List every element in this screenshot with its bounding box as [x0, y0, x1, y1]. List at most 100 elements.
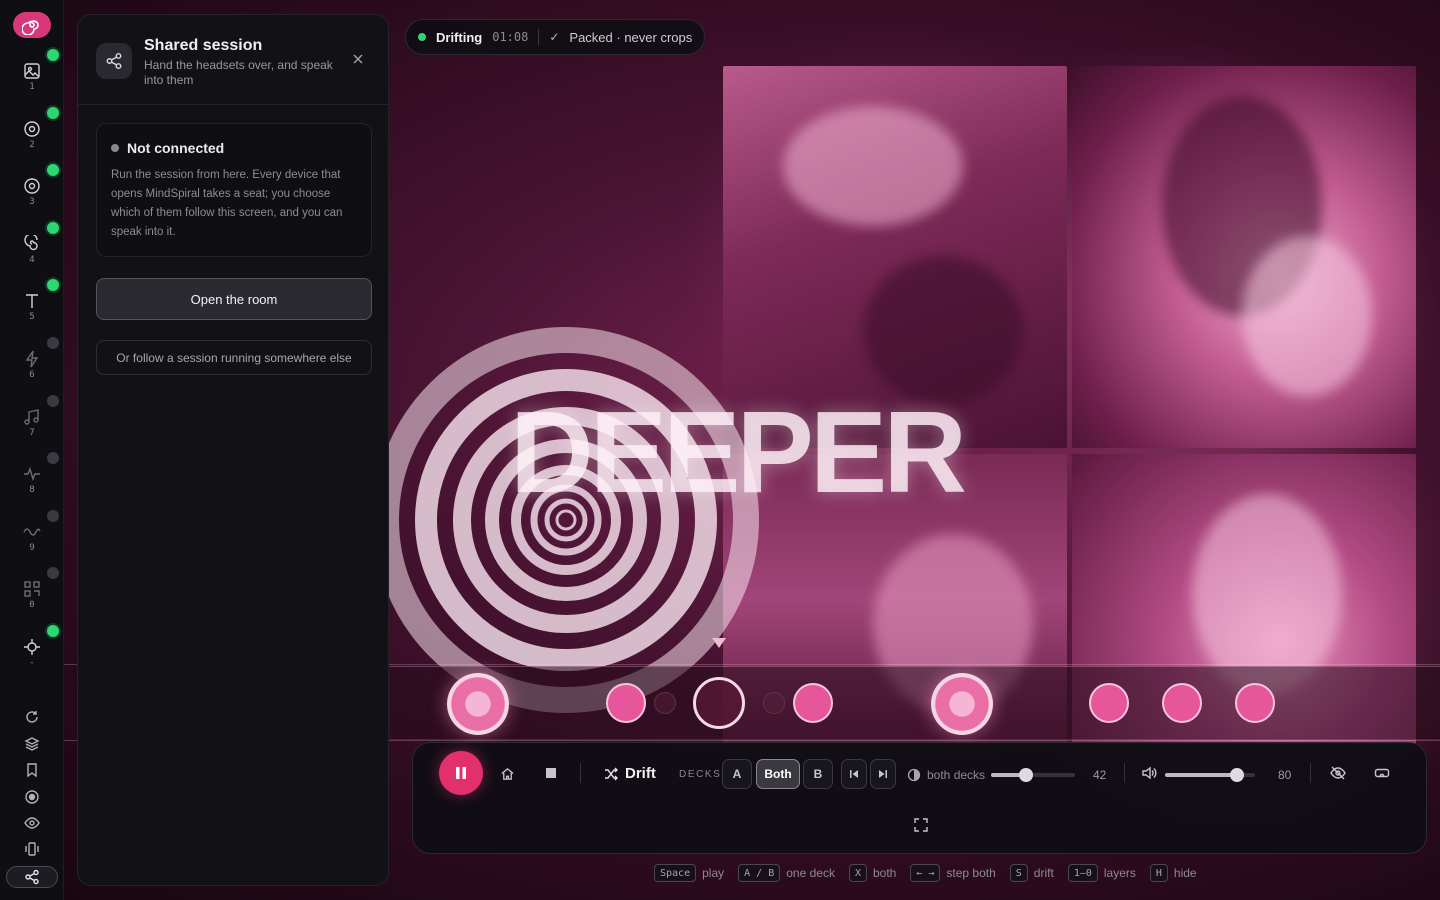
layer-toggle-dot[interactable] — [47, 567, 59, 579]
rail-item-number: 3 — [29, 197, 35, 207]
timeline-node[interactable] — [654, 692, 676, 714]
rail-item-number: 8 — [29, 485, 35, 495]
intensity-slider[interactable] — [991, 768, 1075, 782]
volume-button[interactable] — [1137, 761, 1161, 785]
panel-title: Shared session — [144, 37, 263, 54]
pause-button[interactable] — [439, 751, 483, 795]
layer-toggle-dot[interactable] — [47, 452, 59, 464]
close-button[interactable] — [350, 51, 366, 67]
layer-toggle-dot[interactable] — [47, 395, 59, 407]
panel-header: Shared session Hand the headsets over, a… — [78, 15, 388, 105]
vr-headset-button[interactable] — [1370, 761, 1394, 785]
rail-item-number: 5 — [29, 312, 35, 322]
rail-item-0[interactable]: 0 — [16, 574, 48, 620]
separator — [538, 29, 540, 45]
rail-item--[interactable]: - — [16, 632, 48, 678]
layer-toggle-dot[interactable] — [47, 164, 59, 176]
rail-item-9[interactable]: 9 — [16, 517, 48, 563]
step-back-button[interactable] — [841, 759, 867, 789]
layer-toggle-dot[interactable] — [47, 49, 59, 61]
home-button[interactable] — [495, 761, 519, 785]
timeline-current-node[interactable] — [693, 677, 745, 729]
open-room-button[interactable]: Open the room — [96, 278, 372, 320]
timeline-node[interactable] — [763, 692, 785, 714]
check-icon: ✓ — [549, 30, 560, 44]
rail-item-number: 2 — [29, 140, 35, 150]
deck-both-button[interactable]: Both — [756, 759, 800, 789]
vibrate-icon[interactable] — [20, 838, 44, 860]
rail-item-8[interactable]: 8 — [16, 459, 48, 505]
music-icon — [24, 409, 39, 425]
rail-item-4[interactable]: 4 — [16, 229, 48, 275]
skip-forward-icon — [879, 770, 887, 778]
share-toggle-button[interactable] — [6, 866, 58, 888]
rail-item-number: 7 — [29, 428, 35, 438]
pause-icon — [456, 767, 466, 779]
rail-item-1[interactable]: 1 — [16, 56, 48, 102]
layout-mode[interactable]: Packed · never crops — [569, 30, 692, 45]
volume-value: 80 — [1278, 768, 1292, 782]
follow-session-button[interactable]: Or follow a session running somewhere el… — [96, 340, 372, 375]
rail-item-6[interactable]: 6 — [16, 344, 48, 390]
volume-slider[interactable] — [1165, 768, 1255, 782]
spiral-logo-icon — [22, 20, 39, 35]
panel-subtitle: Hand the headsets over, and speak into t… — [144, 58, 333, 87]
drift-mode-button[interactable]: Drift — [603, 765, 656, 782]
timeline-node[interactable] — [1162, 683, 1202, 723]
wave-icon — [23, 528, 41, 536]
rail-item-7[interactable]: 7 — [16, 402, 48, 448]
timeline-node[interactable] — [793, 683, 833, 723]
tile-highlight — [1242, 236, 1372, 396]
separator — [580, 763, 581, 783]
layer-toggle-dot[interactable] — [47, 279, 59, 291]
timeline-node[interactable] — [1089, 683, 1129, 723]
hide-overlay-button[interactable] — [1326, 761, 1350, 785]
layer-toggle-dot[interactable] — [47, 107, 59, 119]
rail-item-number: 6 — [29, 370, 35, 380]
layer-toggle-dot[interactable] — [47, 625, 59, 637]
crosshair-icon — [24, 639, 40, 655]
layers-icon[interactable] — [20, 733, 44, 755]
bolt-icon — [25, 350, 39, 368]
refresh-icon[interactable] — [20, 706, 44, 728]
app-logo[interactable] — [13, 12, 51, 38]
timeline-node[interactable] — [447, 673, 509, 735]
step-forward-button[interactable] — [870, 759, 896, 789]
scope-label: both decks — [927, 768, 986, 782]
shortcut-key: H — [1149, 864, 1168, 882]
rail-item-3[interactable]: 3 — [16, 171, 48, 217]
record-icon[interactable] — [20, 786, 44, 808]
bookmark-icon[interactable] — [20, 759, 44, 781]
layer-toggle-dot[interactable] — [47, 222, 59, 234]
session-time: 01:08 — [492, 30, 529, 44]
intensity-scope: both decks — [907, 768, 985, 782]
share-icon — [25, 869, 39, 885]
slider-fill — [1165, 773, 1237, 777]
timeline-node[interactable] — [606, 683, 646, 723]
shortcut-key: A / B — [738, 864, 781, 882]
deck-a-button[interactable]: A — [722, 759, 752, 789]
rail-item-number: 4 — [29, 255, 35, 265]
session-state: Drifting — [436, 29, 483, 45]
eye-off-icon — [1330, 766, 1346, 780]
shared-session-panel: Shared session Hand the headsets over, a… — [77, 14, 389, 886]
fullscreen-button[interactable] — [911, 815, 931, 835]
deck-b-button[interactable]: B — [803, 759, 833, 789]
media-tile-2 — [1072, 66, 1416, 448]
fullscreen-icon — [914, 818, 928, 832]
stop-button[interactable] — [539, 761, 563, 785]
layer-toggle-dot[interactable] — [47, 510, 59, 522]
playhead-marker[interactable] — [712, 638, 726, 648]
timeline-node[interactable] — [931, 673, 993, 735]
eye-icon[interactable] — [20, 812, 44, 834]
slider-knob[interactable] — [1230, 768, 1244, 782]
rail-item-number: - — [29, 658, 35, 668]
slider-knob[interactable] — [1019, 768, 1034, 782]
status-title: Not connected — [127, 140, 225, 156]
layer-toggle-dot[interactable] — [47, 337, 59, 349]
timeline-strip[interactable] — [390, 666, 1440, 740]
rail-item-5[interactable]: 5 — [16, 286, 48, 332]
rail-item-2[interactable]: 2 — [16, 114, 48, 160]
timeline-node[interactable] — [1235, 683, 1275, 723]
contrast-icon — [907, 768, 921, 782]
